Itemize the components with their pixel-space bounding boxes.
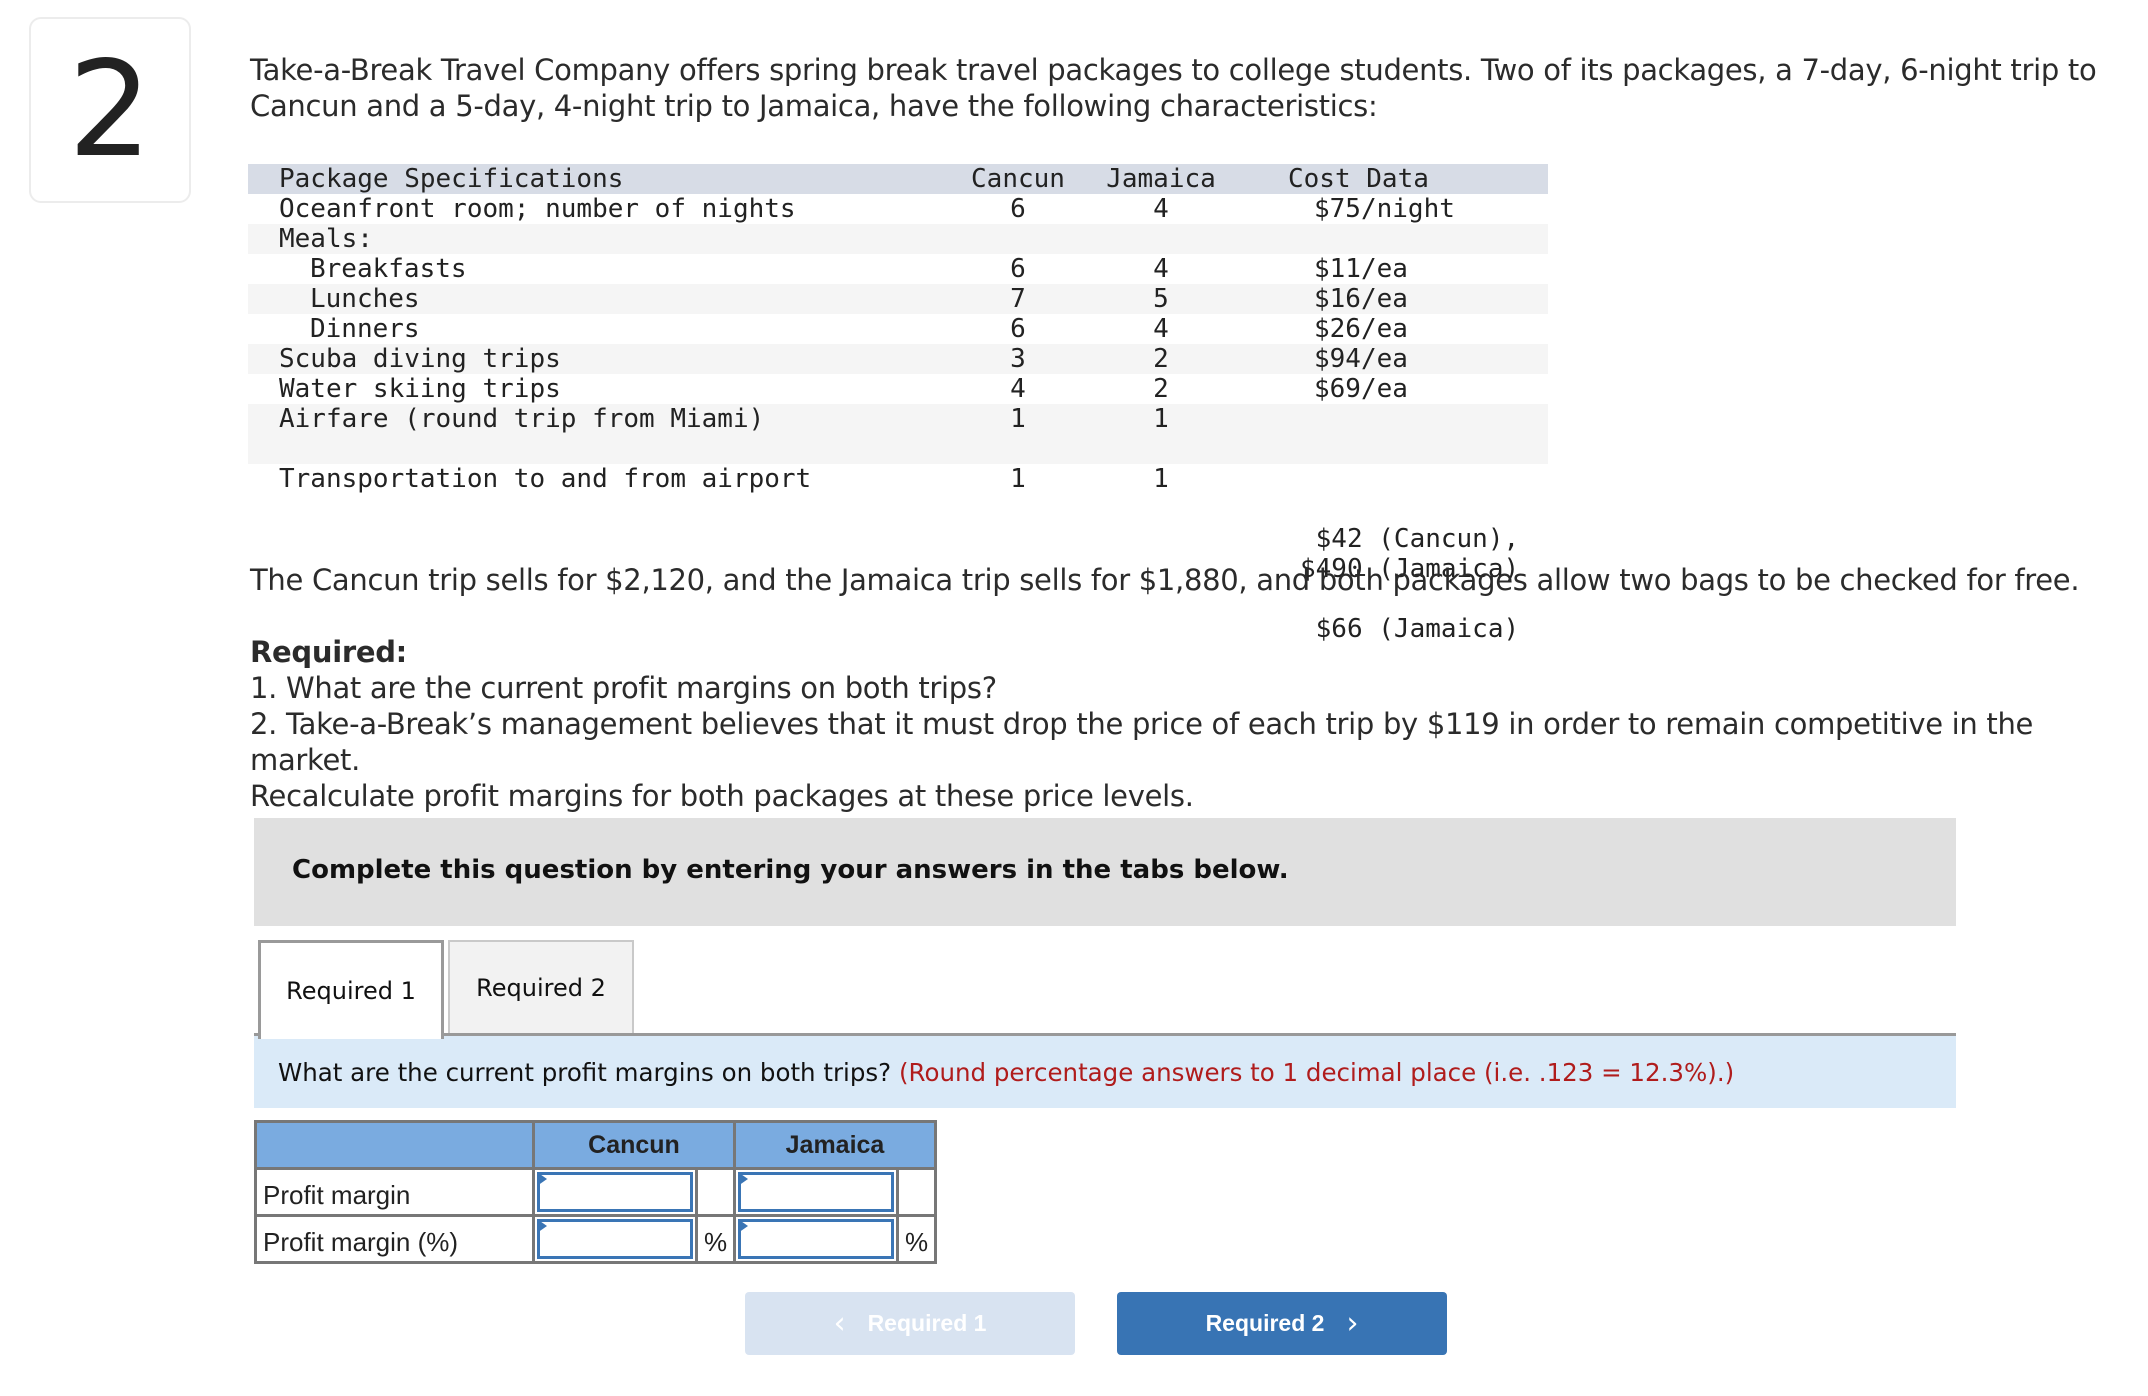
spec-cancun-value: 1 xyxy=(1010,404,1026,434)
next-button-label: Required 2 xyxy=(1205,1310,1325,1336)
answer-header-jamaica: Jamaica xyxy=(733,1120,937,1170)
spec-jamaica-value: 4 xyxy=(1153,194,1169,224)
intro-text: Take-a-Break Travel Company offers sprin… xyxy=(250,53,2097,123)
header-jamaica: Jamaica xyxy=(1106,164,1216,194)
spec-row: Meals: xyxy=(248,224,1548,254)
spec-cost-value: $69/ea xyxy=(1314,374,1408,404)
package-spec-table: Package Specifications Cancun Jamaica Co… xyxy=(248,164,1548,644)
spec-label: Transportation to and from airport xyxy=(279,464,812,494)
spec-jamaica-value: 4 xyxy=(1153,254,1169,284)
answer-table: Cancun Jamaica Profit margin Profit marg… xyxy=(254,1120,937,1264)
required-section: Required: 1. What are the current profit… xyxy=(250,634,2130,814)
spec-cost-value: $94/ea xyxy=(1314,344,1408,374)
tab-required-1[interactable]: Required 1 xyxy=(258,940,444,1039)
jamaica-percent-sign: % xyxy=(896,1214,937,1264)
question-number-badge: 2 xyxy=(29,17,191,203)
chevron-right-icon: › xyxy=(1346,1305,1359,1341)
prev-required-button[interactable]: ‹ Required 1 xyxy=(745,1292,1075,1355)
spec-row: Lunches 7 5 $16/ea xyxy=(248,284,1548,314)
question-prompt: What are the current profit margins on b… xyxy=(254,1036,1956,1108)
spec-row: Water skiing trips 4 2 $69/ea xyxy=(248,374,1548,404)
spec-cost-line: $42 (Cancun), xyxy=(1300,524,1520,554)
answer-header-blank xyxy=(254,1120,535,1170)
spec-jamaica-value: 2 xyxy=(1153,374,1169,404)
header-cancun: Cancun xyxy=(971,164,1065,194)
spec-row: Scuba diving trips 3 2 $94/ea xyxy=(248,344,1548,374)
required-item-1: 1. What are the current profit margins o… xyxy=(250,671,997,705)
jamaica-profit-margin-cell xyxy=(733,1167,899,1217)
spec-cost-value: $11/ea xyxy=(1314,254,1408,284)
price-paragraph: The Cancun trip sells for $2,120, and th… xyxy=(250,563,2080,597)
tab-label: Required 1 xyxy=(286,977,416,1005)
spec-jamaica-value: 1 xyxy=(1153,464,1169,494)
required-heading: Required: xyxy=(250,635,407,669)
prev-button-label: Required 1 xyxy=(867,1310,987,1336)
required-item-2-continued: Recalculate profit margins for both pack… xyxy=(250,779,1194,813)
jamaica-profit-margin-pct-cell xyxy=(733,1214,899,1264)
answer-row-profit-margin-pct: Profit margin (%) % % xyxy=(254,1214,937,1264)
tab-label: Required 2 xyxy=(476,973,606,1002)
header-cost-data: Cost Data xyxy=(1288,164,1429,194)
spec-cost-value: $75/night xyxy=(1314,194,1455,224)
spec-cancun-value: 6 xyxy=(1010,314,1026,344)
spec-jamaica-value: 1 xyxy=(1153,404,1169,434)
cancun-percent-sign: % xyxy=(695,1214,736,1264)
answer-row-label: Profit margin (%) xyxy=(254,1214,535,1264)
spec-jamaica-value: 4 xyxy=(1153,314,1169,344)
tab-required-2[interactable]: Required 2 xyxy=(448,940,634,1033)
jamaica-profit-margin-input[interactable] xyxy=(738,1172,894,1212)
spec-label: Dinners xyxy=(310,314,420,344)
answer-header-row: Cancun Jamaica xyxy=(254,1120,937,1170)
cancun-suffix xyxy=(695,1167,736,1217)
spec-cancun-value: 6 xyxy=(1010,254,1026,284)
cancun-profit-margin-pct-input[interactable] xyxy=(537,1219,693,1259)
spec-label: Lunches xyxy=(310,284,420,314)
spec-label: Breakfasts xyxy=(310,254,467,284)
spec-row: Dinners 6 4 $26/ea xyxy=(248,314,1548,344)
answer-row-profit-margin: Profit margin xyxy=(254,1167,937,1217)
spec-cancun-value: 6 xyxy=(1010,194,1026,224)
cancun-profit-margin-input[interactable] xyxy=(537,1172,693,1212)
chevron-left-icon: ‹ xyxy=(833,1305,846,1341)
header-package-specifications: Package Specifications xyxy=(279,164,624,194)
instruction-banner: Complete this question by entering your … xyxy=(254,818,1956,926)
required-item-2: 2. Take-a-Break’s management believes th… xyxy=(250,707,2034,777)
spec-row: Transportation to and from airport 1 1 $… xyxy=(248,464,1548,644)
spec-row: Oceanfront room; number of nights 6 4 $7… xyxy=(248,194,1548,224)
jamaica-suffix xyxy=(896,1167,937,1217)
jamaica-profit-margin-pct-input[interactable] xyxy=(738,1219,894,1259)
spec-cancun-value: 1 xyxy=(1010,464,1026,494)
spec-label: Scuba diving trips xyxy=(279,344,561,374)
spec-row: Breakfasts 6 4 $11/ea xyxy=(248,254,1548,284)
spec-label: Airfare (round trip from Miami) xyxy=(279,404,765,434)
spec-label: Water skiing trips xyxy=(279,374,561,404)
spec-cancun-value: 3 xyxy=(1010,344,1026,374)
cancun-profit-margin-cell xyxy=(532,1167,698,1217)
spec-cancun-value: 7 xyxy=(1010,284,1026,314)
tab-strip: Required 1 Required 2 xyxy=(254,940,1956,1039)
cancun-profit-margin-pct-cell xyxy=(532,1214,698,1264)
instruction-text: Complete this question by entering your … xyxy=(292,855,1289,885)
question-text: What are the current profit margins on b… xyxy=(278,1057,899,1087)
answer-header-cancun: Cancun xyxy=(532,1120,736,1170)
spec-label: Oceanfront room; number of nights xyxy=(279,194,796,224)
spec-table-header: Package Specifications Cancun Jamaica Co… xyxy=(248,164,1548,194)
spec-label: Meals: xyxy=(279,224,373,254)
spec-cost-value: $16/ea xyxy=(1314,284,1408,314)
spec-jamaica-value: 2 xyxy=(1153,344,1169,374)
next-required-button[interactable]: Required 2 › xyxy=(1117,1292,1447,1355)
answer-row-label: Profit margin xyxy=(254,1167,535,1217)
spec-jamaica-value: 5 xyxy=(1153,284,1169,314)
spec-row: Airfare (round trip from Miami) 1 1 $365… xyxy=(248,404,1548,584)
spec-cost-value: $26/ea xyxy=(1314,314,1408,344)
spec-cancun-value: 4 xyxy=(1010,374,1026,404)
rounding-hint: (Round percentage answers to 1 decimal p… xyxy=(898,1057,1735,1087)
